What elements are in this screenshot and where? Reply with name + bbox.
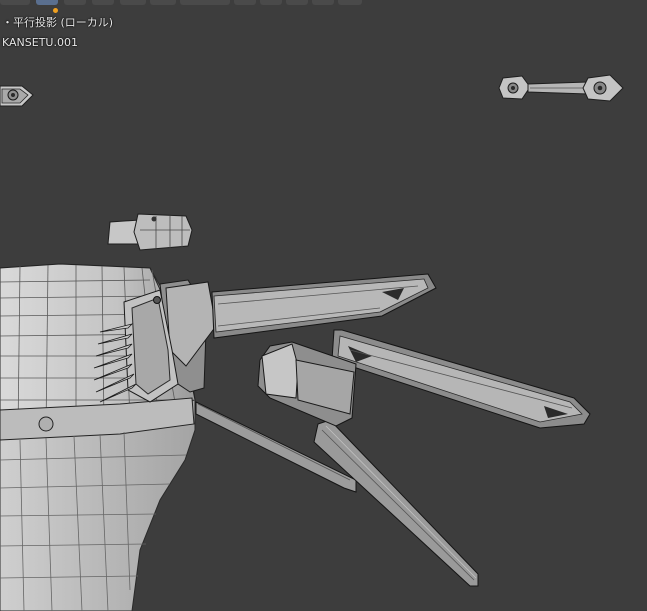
scene-meshes[interactable]	[0, 0, 647, 611]
blade-lower[interactable]	[313, 419, 479, 587]
blade-upper[interactable]	[211, 273, 437, 339]
blade-middle[interactable]	[331, 329, 591, 429]
joint-part-right[interactable]	[498, 74, 624, 102]
small-block-part[interactable]	[107, 213, 193, 251]
joint-part-left[interactable]	[0, 85, 34, 107]
3d-viewport[interactable]: ・平行投影 (ローカル) KANSETU.001	[0, 0, 647, 611]
